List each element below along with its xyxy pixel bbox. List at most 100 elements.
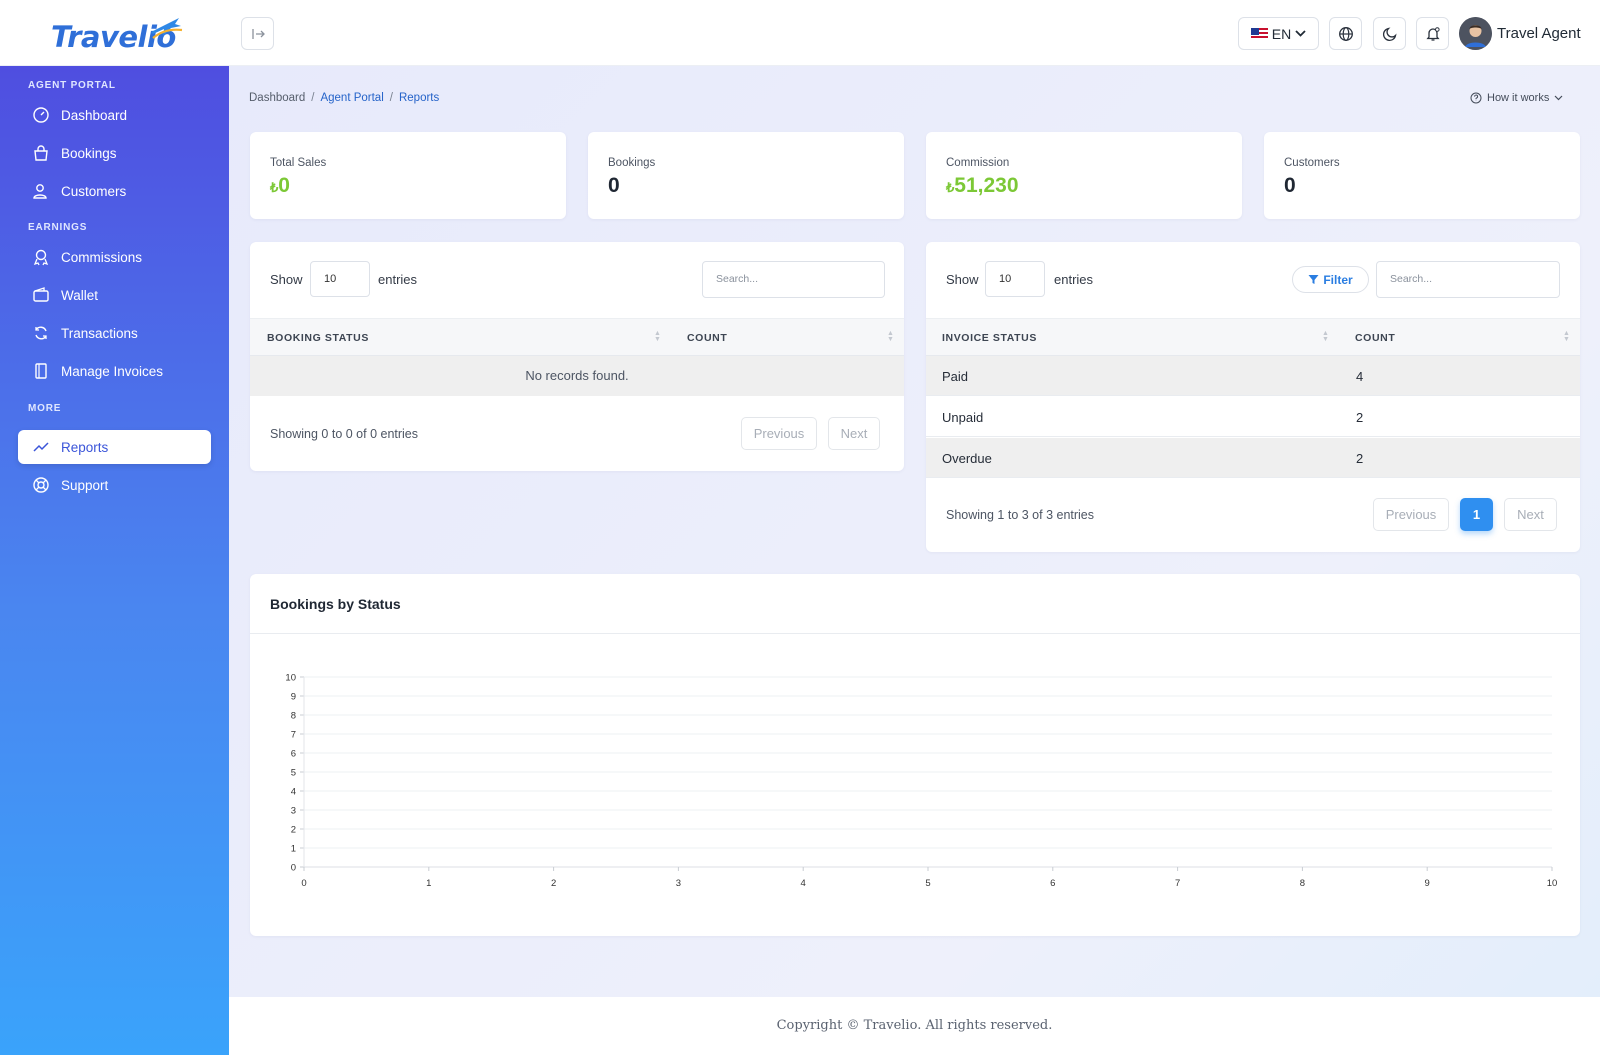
y-tick-label: 1 — [291, 844, 296, 855]
table-header: BOOKING STATUS ▲ ▼ COUNT ▲ ▼ — [250, 318, 904, 356]
column-header-invoice-status[interactable]: INVOICE STATUS — [942, 332, 1037, 344]
search-input[interactable]: Search... — [1376, 261, 1560, 298]
sidebar-item-transactions[interactable]: Transactions — [18, 316, 211, 350]
bookings-by-status-chart-card: Bookings by Status 0 1 2 3 4 5 6 7 8 9 10 0 1 2 3 4 5 6 7 8… — [250, 574, 1580, 936]
footer: Copyright © Travelio. All rights reserve… — [229, 997, 1600, 1055]
globe-button[interactable] — [1329, 17, 1362, 50]
trend-icon — [32, 438, 50, 456]
x-tick-label: 0 — [301, 878, 306, 889]
next-page-button[interactable]: Next — [828, 417, 880, 450]
table-info: Showing 0 to 0 of 0 entries — [270, 427, 419, 441]
search-input[interactable]: Search... — [702, 261, 885, 298]
sidebar-item-bookings[interactable]: Bookings — [18, 136, 211, 170]
sort-icon[interactable]: ▲ ▼ — [1322, 330, 1329, 343]
dashboard-icon — [32, 106, 50, 124]
table-header: INVOICE STATUS ▲ ▼ COUNT ▲ ▼ — [926, 318, 1580, 356]
breadcrumb: Dashboard / Agent Portal / Reports — [249, 92, 439, 104]
sidebar-item-support[interactable]: Support — [18, 468, 211, 502]
table-row[interactable]: Paid 4 — [926, 356, 1580, 396]
invoice-status-cell: Paid — [942, 369, 969, 384]
x-tick-label: 8 — [1300, 878, 1305, 889]
previous-page-button[interactable]: Previous — [1373, 498, 1449, 531]
breadcrumb-agent-portal[interactable]: Agent Portal — [320, 92, 383, 104]
user-avatar-icon — [1459, 17, 1492, 50]
sidebar-item-label: Bookings — [61, 145, 117, 161]
filter-icon — [1308, 275, 1319, 284]
moon-icon — [1382, 26, 1397, 41]
x-tick-label: 3 — [676, 878, 681, 889]
how-it-works-toggle[interactable]: How it works — [1470, 92, 1563, 104]
sidebar-item-label: Transactions — [61, 325, 138, 341]
travelio-logo[interactable]: Travelio — [51, 14, 183, 54]
sidebar-item-wallet[interactable]: Wallet — [18, 278, 211, 312]
sidebar-item-reports[interactable]: Reports — [18, 430, 211, 464]
sidebar-item-commissions[interactable]: Commissions — [18, 240, 211, 274]
y-tick-label: 6 — [291, 749, 296, 760]
sidebar-toggle-button[interactable] — [241, 17, 274, 50]
breadcrumb-dashboard[interactable]: Dashboard — [249, 92, 305, 104]
table-row[interactable]: Unpaid 2 — [926, 397, 1580, 437]
sidebar-section-agent-portal: AGENT PORTAL — [28, 80, 116, 91]
x-tick-label: 7 — [1175, 878, 1180, 889]
stat-value: ₺0 — [270, 174, 290, 197]
previous-page-button[interactable]: Previous — [741, 417, 817, 450]
sidebar: AGENT PORTAL Dashboard Bookings Customer… — [0, 66, 229, 1055]
stat-label: Customers — [1284, 157, 1340, 169]
y-tick-label: 5 — [291, 768, 296, 779]
user-name[interactable]: Travel Agent — [1497, 25, 1581, 42]
award-icon — [32, 248, 50, 266]
empty-table-message: No records found. — [250, 356, 904, 396]
sidebar-item-label: Dashboard — [61, 107, 128, 123]
sidebar-item-label: Commissions — [61, 249, 143, 265]
globe-icon — [1338, 26, 1353, 41]
column-header-booking-status[interactable]: BOOKING STATUS — [267, 332, 369, 344]
y-tick-label: 7 — [291, 730, 296, 741]
sidebar-item-label: Reports — [61, 439, 109, 455]
top-header: Travelio EN Travel Agent — [0, 0, 1600, 66]
next-page-button[interactable]: Next — [1504, 498, 1557, 531]
sidebar-item-customers[interactable]: Customers — [18, 174, 211, 208]
sidebar-section-more: MORE — [28, 403, 62, 414]
entries-label: entries — [378, 272, 418, 287]
show-label: Show — [946, 272, 979, 287]
page-size-select[interactable]: 10 — [310, 261, 370, 297]
filter-button[interactable]: Filter — [1292, 266, 1369, 293]
refresh-icon — [32, 324, 50, 342]
x-tick-label: 5 — [925, 878, 930, 889]
notifications-button[interactable] — [1416, 17, 1449, 50]
count-cell: 2 — [1356, 451, 1364, 466]
sidebar-item-label: Manage Invoices — [61, 363, 164, 379]
bookings-chart: 0 1 2 3 4 5 6 7 8 9 10 0 1 2 3 4 5 6 7 8 9 10 — [285, 673, 1557, 890]
sidebar-item-dashboard[interactable]: Dashboard — [18, 98, 211, 132]
sort-icon[interactable]: ▲ ▼ — [654, 330, 661, 343]
stat-card-commission: Commission ₺51,230 — [926, 132, 1242, 219]
breadcrumb-separator: / — [389, 92, 393, 104]
sidebar-item-label: Customers — [61, 183, 127, 199]
chevron-down-icon — [1295, 29, 1306, 37]
stat-label: Bookings — [608, 157, 656, 169]
copyright-text: Copyright © Travelio. All rights reserve… — [776, 1018, 1053, 1033]
sort-icon[interactable]: ▲ ▼ — [1563, 330, 1570, 343]
column-header-count[interactable]: COUNT — [1355, 332, 1395, 344]
page-size-select[interactable]: 10 — [985, 261, 1045, 297]
sort-icon[interactable]: ▲ ▼ — [887, 330, 894, 343]
y-tick-label: 4 — [291, 787, 296, 798]
stat-value: 0 — [608, 174, 620, 197]
avatar[interactable] — [1459, 17, 1492, 50]
page-1-button[interactable]: 1 — [1460, 498, 1493, 531]
table-info: Showing 1 to 3 of 3 entries — [946, 508, 1095, 522]
language-selector[interactable]: EN — [1238, 17, 1319, 50]
y-tick-label: 2 — [291, 825, 296, 836]
sidebar-section-earnings: EARNINGS — [28, 222, 88, 233]
table-row[interactable]: Overdue 2 — [926, 438, 1580, 478]
column-header-count[interactable]: COUNT — [687, 332, 727, 344]
show-label: Show — [270, 272, 303, 287]
theme-toggle-button[interactable] — [1373, 17, 1406, 50]
x-tick-label: 2 — [551, 878, 556, 889]
chart-title: Bookings by Status — [270, 596, 401, 612]
us-flag-icon — [1250, 27, 1268, 40]
sidebar-item-label: Support — [61, 477, 109, 493]
sidebar-item-manage-invoices[interactable]: Manage Invoices — [18, 354, 211, 388]
y-tick-label: 8 — [291, 711, 296, 722]
breadcrumb-reports[interactable]: Reports — [399, 92, 439, 104]
